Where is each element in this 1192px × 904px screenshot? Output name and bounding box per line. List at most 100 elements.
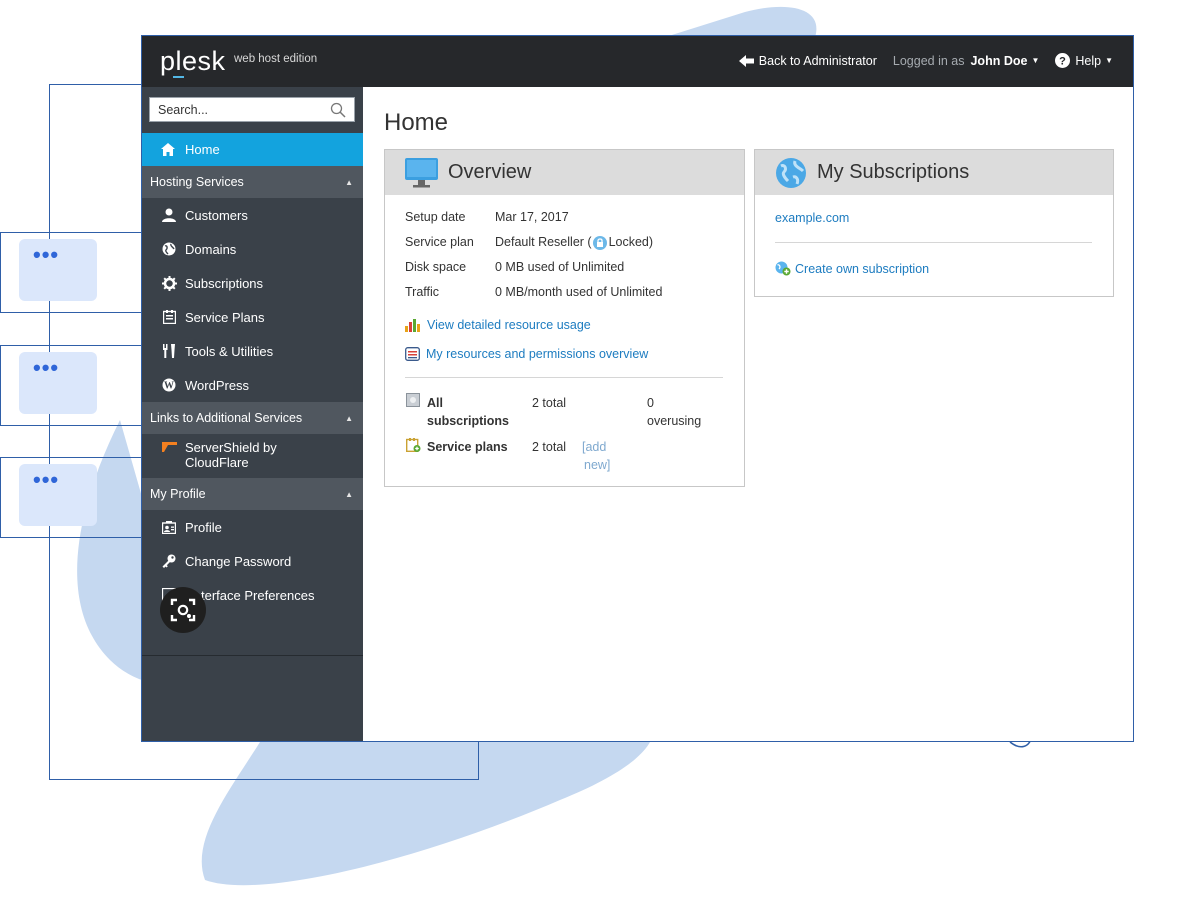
subscriptions-title: My Subscriptions xyxy=(817,161,970,183)
link-label: View detailed resource usage xyxy=(427,317,591,332)
section-my-profile[interactable]: My Profile ▲ xyxy=(142,478,363,510)
wordpress-icon: W xyxy=(161,378,177,392)
more-dots-icon: ••• xyxy=(33,355,60,380)
plans-icon xyxy=(161,310,177,324)
lock-icon xyxy=(592,236,607,260)
add-new-plan-link[interactable]: [add new] xyxy=(582,438,610,474)
main-content: Home Overview Setup date Mar 17, 2017 Se… xyxy=(363,87,1133,741)
service-plans-total-link[interactable]: 2 total xyxy=(532,438,566,456)
profile-card-icon xyxy=(161,520,177,534)
top-bar: plesk web host edition Back to Administr… xyxy=(142,36,1133,87)
gear-icon xyxy=(161,275,177,291)
search-icon[interactable] xyxy=(330,102,346,118)
service-plans-icon xyxy=(406,438,421,452)
sidebar-item-change-password[interactable]: Change Password xyxy=(142,544,363,578)
sidebar-divider xyxy=(142,655,363,656)
sidebar-item-label: Domains xyxy=(185,241,237,257)
search-input[interactable]: Search... xyxy=(149,97,355,122)
servershield-line1: ServerShield by xyxy=(185,440,277,455)
detail-key: Disk space xyxy=(405,260,467,274)
section-links-additional[interactable]: Links to Additional Services ▲ xyxy=(142,402,363,434)
sidebar-item-wordpress[interactable]: W WordPress xyxy=(142,368,363,402)
more-dots-icon: ••• xyxy=(33,242,60,267)
plesk-window: plesk web host edition Back to Administr… xyxy=(141,35,1134,742)
section-label: My Profile xyxy=(150,487,206,501)
sidebar-item-subscriptions[interactable]: Subscriptions xyxy=(142,266,363,300)
detail-key: Setup date xyxy=(405,210,466,224)
back-to-admin-label: Back to Administrator xyxy=(758,53,877,68)
view-resource-usage-link[interactable]: View detailed resource usage xyxy=(405,310,662,339)
bar-chart-icon xyxy=(405,318,421,332)
sidebar-item-tools[interactable]: Tools & Utilities xyxy=(142,334,363,368)
detail-row: Disk space 0 MB used of Unlimited xyxy=(405,260,662,285)
overview-panel: Overview Setup date Mar 17, 2017 Service… xyxy=(384,149,745,487)
overview-details: Setup date Mar 17, 2017 Service plan Def… xyxy=(405,210,662,368)
chevron-down-icon: ▼ xyxy=(1105,56,1113,65)
arrow-left-icon xyxy=(738,54,754,67)
help-icon: ? xyxy=(1055,53,1071,68)
detail-row: Traffic 0 MB/month used of Unlimited xyxy=(405,285,662,310)
service-plans-label: Service plans xyxy=(427,440,508,454)
overview-header: Overview xyxy=(385,150,744,195)
link-label: Create own subscription xyxy=(795,261,930,276)
back-to-admin-link[interactable]: Back to Administrator xyxy=(738,53,877,68)
detail-value: Mar 17, 2017 xyxy=(495,210,569,224)
home-icon xyxy=(161,143,177,156)
sidebar-item-label: Change Password xyxy=(185,553,292,569)
sidebar-item-label: Service Plans xyxy=(185,309,265,325)
cloudflare-icon xyxy=(161,442,177,452)
logged-in-label: Logged in as xyxy=(892,53,965,68)
sidebar-item-label: Tools & Utilities xyxy=(185,343,274,359)
user-icon xyxy=(161,208,177,222)
svg-text:?: ? xyxy=(1059,56,1066,68)
sidebar-item-label: terface Preferences xyxy=(201,587,315,603)
more-dots-icon: ••• xyxy=(33,467,60,492)
globe-network-icon xyxy=(775,157,807,189)
overview-divider xyxy=(405,377,723,378)
top-nav: Back to Administrator Logged in as John … xyxy=(723,53,1113,68)
create-subscription-link[interactable]: Create own subscription xyxy=(775,261,929,276)
overusing-link[interactable]: 0 overusing xyxy=(647,394,701,430)
edition-label: web host edition xyxy=(234,53,318,65)
sidebar-item-label: Subscriptions xyxy=(185,275,264,291)
help-label: Help xyxy=(1075,53,1102,68)
all-subscriptions-total-link[interactable]: 2 total xyxy=(532,394,566,412)
add-subscription-icon xyxy=(775,261,791,276)
sidebar-item-servershield[interactable]: ServerShield by CloudFlare xyxy=(142,434,363,478)
all-subs-line2: subscriptions xyxy=(427,414,509,428)
sidebar-item-label: ServerShield by CloudFlare xyxy=(185,440,277,470)
subscriptions-panel: My Subscriptions example.com Create own … xyxy=(754,149,1114,297)
detail-value: 0 MB used of Unlimited xyxy=(495,260,625,274)
subscriptions-divider xyxy=(775,242,1092,243)
plesk-logo[interactable]: plesk xyxy=(160,46,226,77)
chevron-up-icon: ▲ xyxy=(345,413,353,423)
user-name: John Doe xyxy=(970,53,1028,68)
key-icon xyxy=(161,554,177,568)
sidebar-item-label: WordPress xyxy=(185,377,250,393)
sidebar-item-profile[interactable]: Profile xyxy=(142,510,363,544)
sidebar-item-customers[interactable]: Customers xyxy=(142,198,363,232)
sidebar: Search... Home Hosting Services ▲ Custom… xyxy=(142,87,363,741)
detail-value: 0 MB/month used of Unlimited xyxy=(495,285,663,299)
user-menu[interactable]: John Doe ▼ xyxy=(970,54,1039,68)
document-list-icon xyxy=(405,346,420,361)
overview-title: Overview xyxy=(448,161,532,183)
screenshot-capture-button[interactable] xyxy=(160,587,206,633)
dots-card-2: ••• xyxy=(0,345,142,426)
servershield-line2: CloudFlare xyxy=(185,455,249,470)
subscription-domain-link[interactable]: example.com xyxy=(775,211,849,225)
locked-label: Locked) xyxy=(608,235,654,249)
sidebar-item-label: Customers xyxy=(185,207,248,223)
sidebar-item-home[interactable]: Home xyxy=(142,133,363,166)
sidebar-item-service-plans[interactable]: Service Plans xyxy=(142,300,363,334)
help-menu[interactable]: ? Help ▼ xyxy=(1055,53,1113,68)
overusing-label: overusing xyxy=(647,414,702,428)
dots-card-1: ••• xyxy=(0,232,142,313)
section-hosting-services[interactable]: Hosting Services ▲ xyxy=(142,166,363,198)
overusing-count: 0 xyxy=(647,396,654,410)
resources-permissions-link[interactable]: My resources and permissions overview xyxy=(405,339,662,368)
sidebar-item-domains[interactable]: Domains xyxy=(142,232,363,266)
logo-accent xyxy=(173,76,184,78)
subscriptions-box-icon xyxy=(406,393,420,407)
screenshot-stage: ••• ••• ••• plesk web host edition Back … xyxy=(0,0,1192,904)
